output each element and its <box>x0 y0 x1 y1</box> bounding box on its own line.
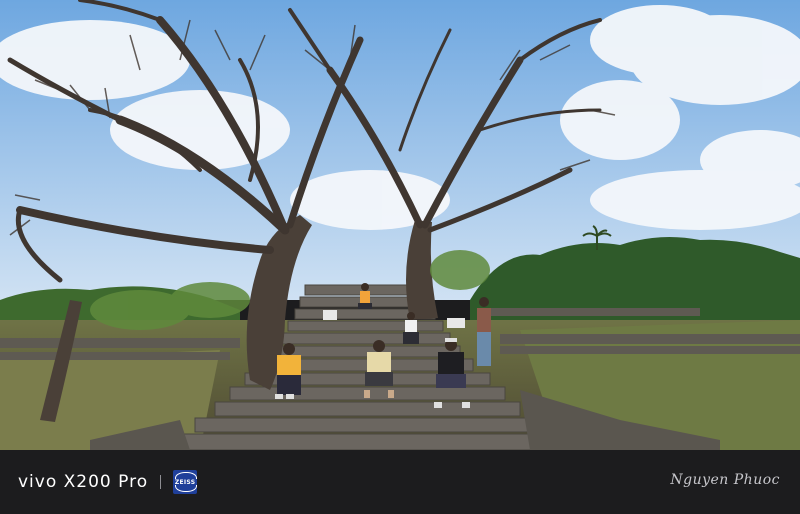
photographer-signature: Nguyen Phuoc <box>670 472 780 488</box>
brand-block: vivo X200 Pro ZEISS <box>18 470 198 494</box>
divider <box>160 475 162 489</box>
watermark-bar: vivo X200 Pro ZEISS Nguyen Phuoc <box>0 450 800 514</box>
photo <box>0 0 800 450</box>
zeiss-logo-text: ZEISS <box>174 478 196 486</box>
zeiss-logo-icon: ZEISS <box>173 470 198 494</box>
photo-scene <box>0 0 800 450</box>
device-model: vivo X200 Pro <box>18 472 149 492</box>
